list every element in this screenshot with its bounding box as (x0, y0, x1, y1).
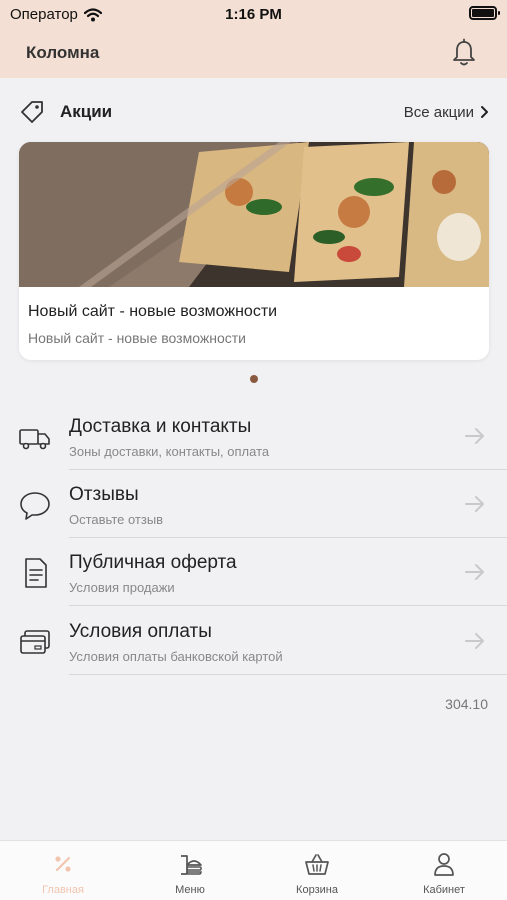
app-version: 304.10 (445, 696, 488, 712)
tab-bar: Главная Меню Корзина Кабинет (0, 840, 507, 900)
tab-label: Корзина (296, 884, 338, 896)
menu-item-offer[interactable]: Публичная оферта Условия продажи (0, 538, 507, 606)
arrow-right-icon (465, 564, 484, 580)
status-bar: Оператор 1:16 PM (0, 0, 507, 30)
menu-item-subtitle: Оставьте отзыв (69, 512, 164, 527)
menu-item-payment[interactable]: Условия оплаты Условия оплаты банковской… (0, 607, 507, 675)
tab-home[interactable]: Главная (0, 841, 126, 900)
truck-icon (19, 429, 50, 450)
promotion-card[interactable]: Новый сайт - новые возможности Новый сай… (19, 142, 489, 360)
food-menu-icon (181, 855, 202, 875)
tab-basket[interactable]: Корзина (254, 841, 380, 900)
arrow-right-icon (465, 633, 484, 649)
promotion-subtitle: Новый сайт - новые возможности (28, 330, 246, 346)
promotion-title: Новый сайт - новые возможности (28, 303, 278, 320)
status-time: 1:16 PM (225, 6, 282, 23)
divider (69, 674, 507, 675)
menu-item-title: Доставка и контакты (69, 416, 252, 437)
arrow-right-icon (465, 428, 484, 444)
tab-menu[interactable]: Меню (127, 841, 253, 900)
menu-item-subtitle: Зоны доставки, контакты, оплата (69, 444, 270, 459)
credit-card-icon (20, 630, 50, 654)
menu-item-subtitle: Условия оплаты банковской картой (69, 649, 283, 664)
menu-item-title: Публичная оферта (69, 552, 237, 573)
menu-item-reviews[interactable]: Отзывы Оставьте отзыв (0, 470, 507, 538)
tab-label: Кабинет (423, 884, 465, 896)
basket-icon (305, 854, 329, 875)
bell-icon[interactable] (451, 38, 477, 68)
menu-item-delivery[interactable]: Доставка и контакты Зоны доставки, конта… (0, 402, 507, 470)
chevron-right-icon (481, 106, 488, 118)
divider (69, 605, 507, 606)
discount-icon (55, 856, 71, 872)
all-promotions-label: Все акции (403, 103, 474, 121)
all-promotions-link[interactable]: Все акции (404, 104, 489, 121)
menu-item-title: Условия оплаты (69, 621, 212, 642)
promotions-header: Акции Все акции (18, 96, 489, 128)
app-header: Оператор 1:16 PM Коломна (0, 0, 507, 78)
tab-label: Главная (42, 884, 84, 896)
promotions-title: Акции (60, 102, 113, 121)
chat-bubble-icon (20, 492, 50, 520)
document-icon (25, 558, 47, 588)
tab-label: Меню (175, 884, 205, 896)
tag-icon (21, 101, 43, 123)
battery-icon (469, 6, 500, 20)
arrow-right-icon (465, 496, 484, 512)
city-selector[interactable]: Коломна (26, 43, 99, 63)
menu-item-subtitle: Условия продажи (69, 580, 175, 595)
menu-item-title: Отзывы (69, 484, 139, 505)
tab-account[interactable]: Кабинет (381, 841, 507, 900)
pizza-image (19, 142, 489, 287)
carousel-page-indicator (250, 375, 258, 383)
user-icon (434, 853, 454, 876)
